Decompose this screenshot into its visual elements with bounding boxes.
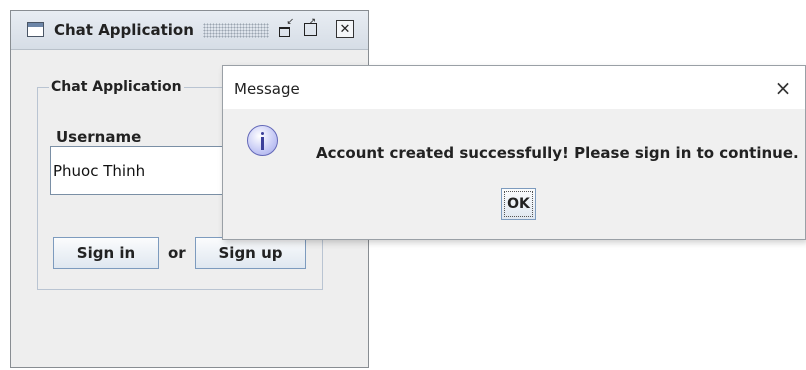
dialog-titlebar[interactable]: Message × <box>223 66 805 109</box>
ok-button[interactable]: OK <box>501 188 536 220</box>
or-label: or <box>168 244 186 262</box>
window-icon <box>27 22 44 37</box>
message-dialog: Message × Account created successfully! … <box>222 65 806 240</box>
group-title: Chat Application <box>49 79 184 95</box>
main-titlebar[interactable]: Chat Application ✕ <box>11 11 368 50</box>
minimize-icon[interactable] <box>277 18 295 38</box>
close-icon[interactable]: ✕ <box>336 20 354 38</box>
dialog-close-icon[interactable]: × <box>771 76 795 100</box>
dialog-message: Account created successfully! Please sig… <box>316 144 799 162</box>
sign-in-button[interactable]: Sign in <box>53 237 159 269</box>
info-icon <box>247 125 278 156</box>
titlebar-grip <box>203 23 269 38</box>
dialog-title: Message <box>234 80 300 98</box>
maximize-icon[interactable] <box>301 18 319 38</box>
sign-up-button[interactable]: Sign up <box>195 237 306 269</box>
username-label: Username <box>56 128 142 146</box>
window-title: Chat Application <box>54 21 194 39</box>
